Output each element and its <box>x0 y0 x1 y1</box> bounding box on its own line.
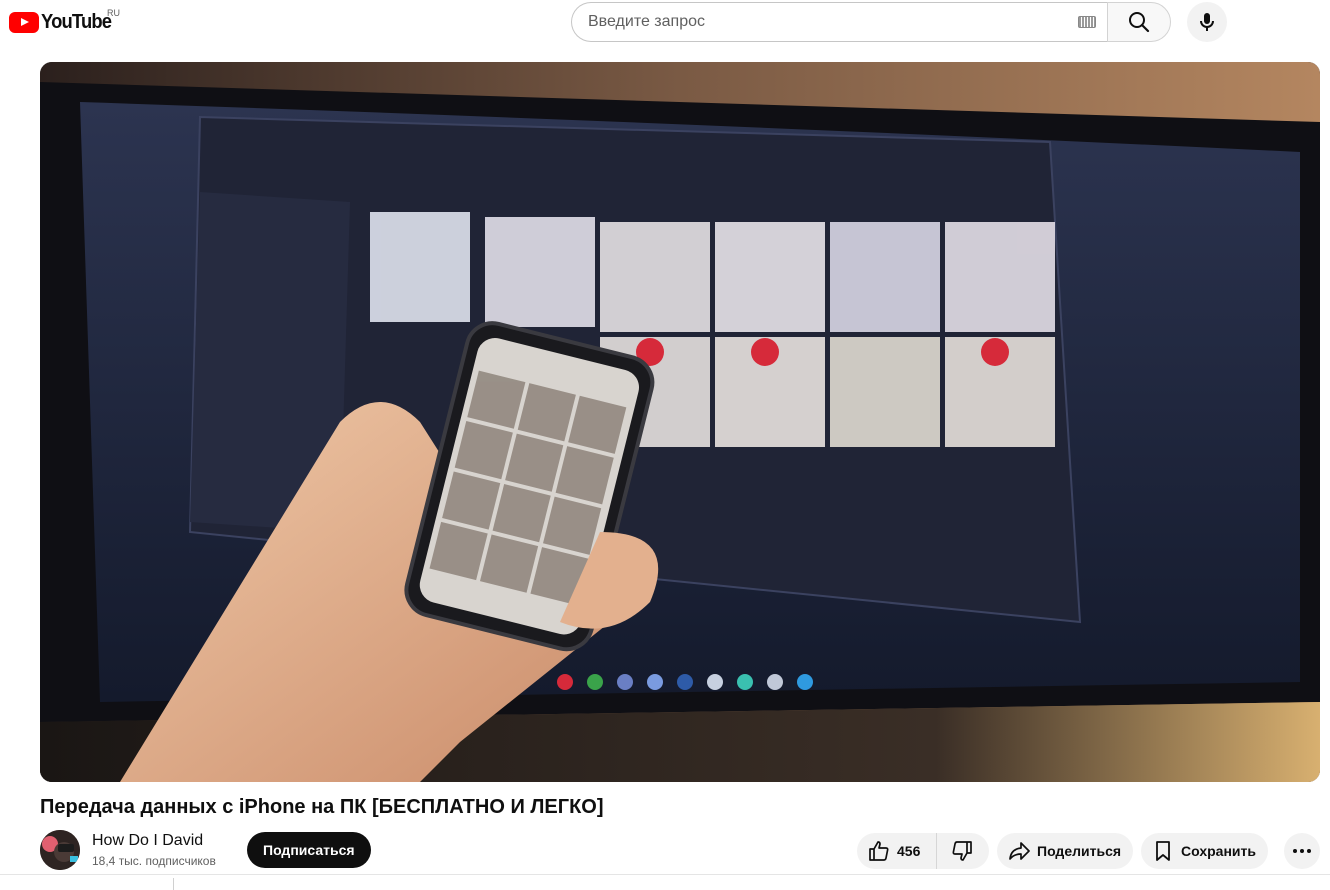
more-horizontal-icon <box>1293 849 1311 853</box>
subscriber-count: 18,4 тыс. подписчиков <box>92 854 216 868</box>
divider <box>0 874 1330 875</box>
logo-text: YouTube <box>41 10 112 33</box>
like-dislike-group: 456 <box>857 833 989 869</box>
dislike-button[interactable] <box>937 833 987 869</box>
search-input[interactable] <box>588 13 1058 31</box>
like-button[interactable]: 456 <box>857 833 937 869</box>
video-player[interactable] <box>40 62 1320 782</box>
share-icon <box>1009 842 1030 860</box>
youtube-logo-icon <box>9 11 39 33</box>
more-actions-button[interactable] <box>1284 833 1320 869</box>
search-icon <box>1129 12 1150 33</box>
microphone-icon <box>1200 13 1214 31</box>
video-title: Передача данных с iPhone на ПК [БЕСПЛАТН… <box>40 796 604 818</box>
channel-avatar[interactable] <box>40 830 80 870</box>
like-count: 456 <box>897 843 921 859</box>
channel-info: How Do I David 18,4 тыс. подписчиков <box>92 830 242 870</box>
save-button[interactable]: Сохранить <box>1141 833 1268 869</box>
thumbs-down-icon <box>952 841 972 861</box>
search-button[interactable] <box>1107 2 1171 42</box>
search-box <box>571 2 1108 42</box>
video-frame <box>40 62 1320 782</box>
youtube-logo[interactable]: YouTube <box>9 9 117 35</box>
bookmark-icon <box>1156 841 1170 861</box>
channel-name[interactable]: How Do I David <box>92 830 242 852</box>
thumbs-up-icon <box>869 841 889 861</box>
voice-search-button[interactable] <box>1187 2 1227 42</box>
avatar-image <box>40 830 80 870</box>
divider-tick <box>173 878 174 890</box>
subscribe-button[interactable]: Подписаться <box>247 832 371 868</box>
keyboard-icon[interactable] <box>1078 16 1096 28</box>
region-code: RU <box>107 8 120 18</box>
share-button[interactable]: Поделиться <box>997 833 1133 869</box>
masthead: YouTube RU <box>0 0 1330 44</box>
video-owner: How Do I David 18,4 тыс. подписчиков Под… <box>40 830 371 870</box>
share-label: Поделиться <box>1037 843 1122 859</box>
save-label: Сохранить <box>1181 843 1256 859</box>
